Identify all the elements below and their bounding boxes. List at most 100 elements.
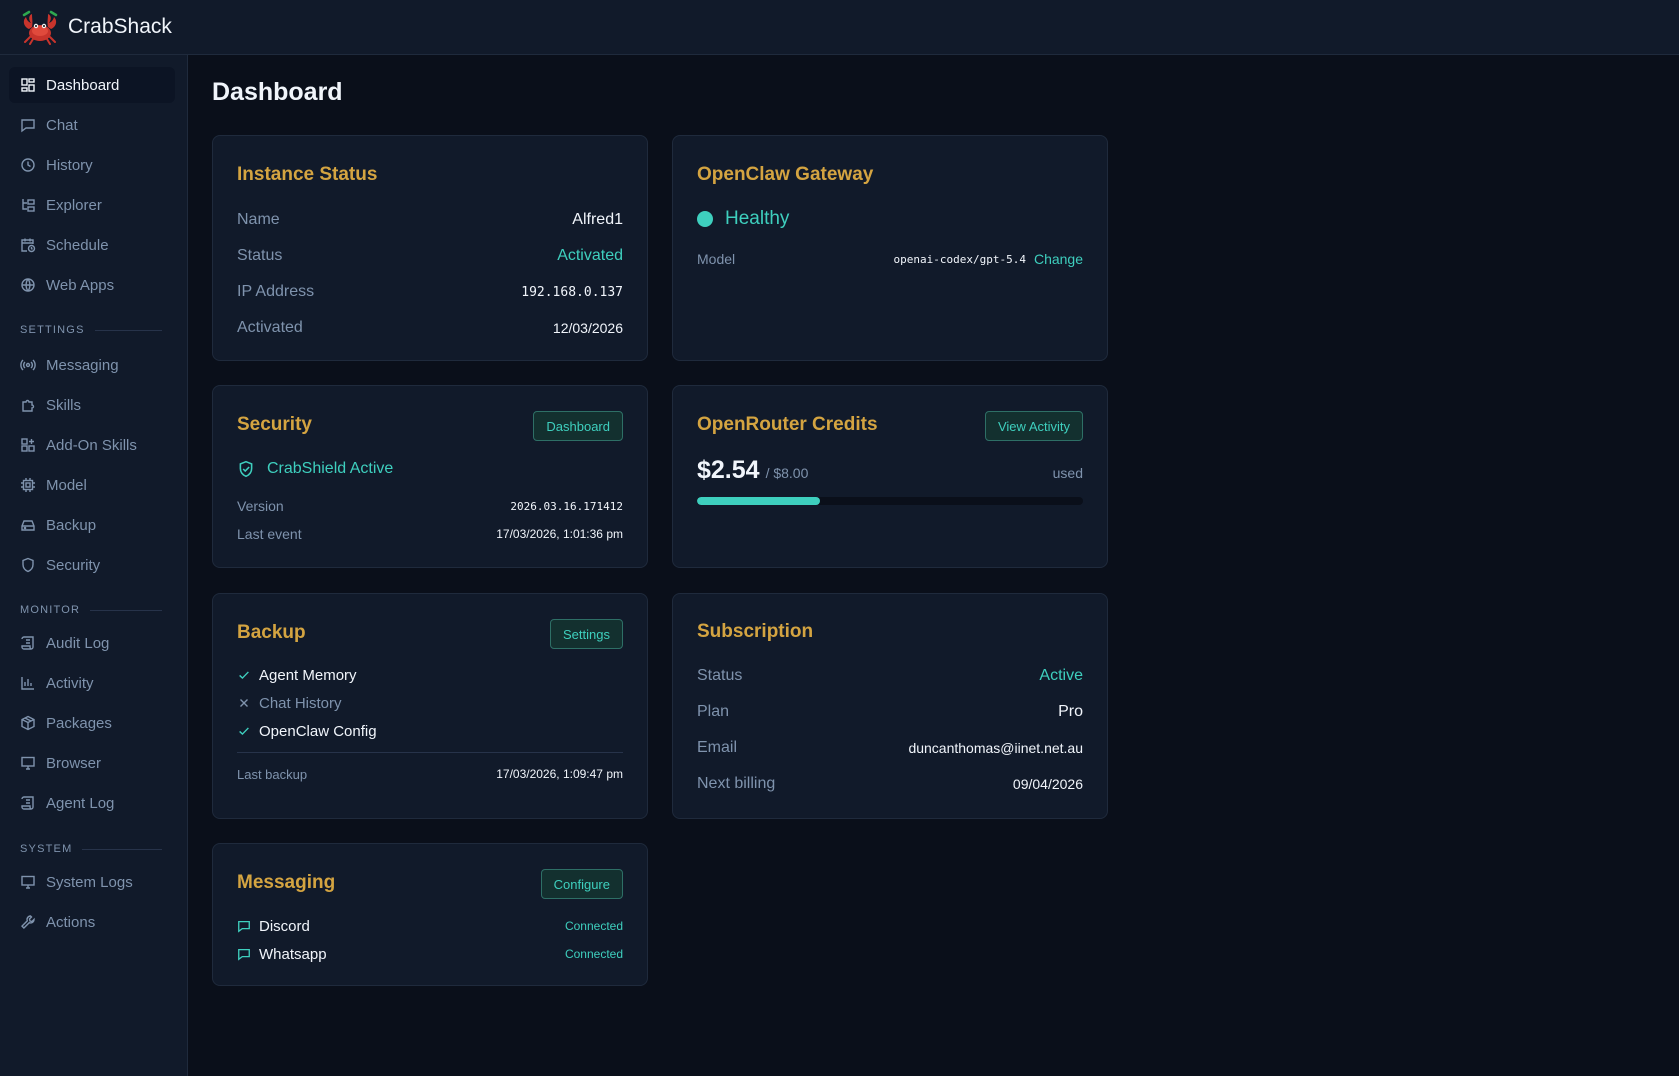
sidebar-item-label: Dashboard xyxy=(46,76,120,94)
security-version-value: 2026.03.16.171412 xyxy=(510,499,623,513)
view-activity-button[interactable]: View Activity xyxy=(984,411,1083,441)
shield-check-icon xyxy=(239,460,253,478)
channel-name-group: Whatsapp xyxy=(237,946,327,963)
channel-label: Whatsapp xyxy=(259,945,327,963)
sidebar-item-security[interactable]: Security xyxy=(9,547,175,583)
sidebar-item-dashboard[interactable]: Dashboard xyxy=(9,67,175,103)
sidebar-item-browser[interactable]: Browser xyxy=(9,745,175,781)
hard-drive-icon xyxy=(21,520,35,531)
subscription-email-row: Email duncanthomas@iinet.net.au xyxy=(697,736,1083,760)
monitor-icon xyxy=(21,875,35,889)
sidebar-item-label: History xyxy=(46,156,93,174)
settings-section-label: SETTINGS xyxy=(20,323,162,337)
card-title: Instance Status xyxy=(237,164,378,185)
sidebar-item-system-logs[interactable]: System Logs xyxy=(9,864,175,900)
sidebar-item-actions[interactable]: Actions xyxy=(9,904,175,940)
sidebar-item-history[interactable]: History xyxy=(9,147,175,183)
sidebar-item-messaging[interactable]: Messaging xyxy=(9,347,175,383)
sidebar-item-label: Activity xyxy=(46,674,94,692)
sidebar-item-label: System Logs xyxy=(46,873,133,891)
model-value: openai-codex/gpt-5.4 xyxy=(893,252,1026,266)
channel-status: Connected xyxy=(564,919,623,933)
backup-settings-button[interactable]: Settings xyxy=(550,619,623,649)
field-label: Plan xyxy=(697,703,730,720)
grid-plus-icon xyxy=(21,438,35,452)
sidebar-item-explorer[interactable]: Explorer xyxy=(9,187,175,223)
card-title: OpenClaw Gateway xyxy=(697,164,874,185)
monitor-icon xyxy=(21,756,35,770)
backup-item-label: Chat History xyxy=(259,694,342,712)
sidebar-item-label: Browser xyxy=(46,754,102,772)
credits-card: OpenRouter Credits View Activity $2.54 /… xyxy=(672,385,1108,568)
credits-amount-row: $2.54 / $8.00 used xyxy=(697,456,1083,488)
brand-name: CrabShack xyxy=(68,15,172,38)
chat-icon xyxy=(238,948,250,961)
instance-status-row: Status Activated xyxy=(237,244,623,268)
check-icon xyxy=(239,671,249,680)
sidebar-item-label: Web Apps xyxy=(46,276,115,294)
backup-item-openclaw-config: OpenClaw Config xyxy=(237,720,623,742)
backup-item-label: Agent Memory xyxy=(259,666,357,684)
clock-icon xyxy=(21,158,35,172)
sidebar-item-label: Chat xyxy=(46,116,78,134)
subscription-billing-row: Next billing 09/04/2026 xyxy=(697,772,1083,796)
change-model-link[interactable]: Change xyxy=(1034,251,1083,267)
sidebar-item-audit-log[interactable]: Audit Log xyxy=(9,625,175,661)
sidebar-item-label: Backup xyxy=(46,516,97,534)
configure-messaging-button[interactable]: Configure xyxy=(540,869,623,899)
credits-progress-fill xyxy=(697,497,820,505)
folder-tree-icon xyxy=(22,199,35,212)
sidebar-item-web-apps[interactable]: Web Apps xyxy=(9,267,175,303)
sidebar-item-packages[interactable]: Packages xyxy=(9,705,175,741)
security-last-event-row: Last event 17/03/2026, 1:01:36 pm xyxy=(237,524,623,544)
field-label: Model xyxy=(697,251,736,267)
sidebar-item-activity[interactable]: Activity xyxy=(9,665,175,701)
sidebar-item-label: Agent Log xyxy=(46,794,115,812)
card-title: Messaging xyxy=(237,872,336,893)
chat-icon xyxy=(238,920,250,933)
sidebar-item-schedule[interactable]: Schedule xyxy=(9,227,175,263)
gateway-health-value: Healthy xyxy=(725,208,790,229)
ip-address-value: 192.168.0.137 xyxy=(521,284,623,300)
sidebar-item-label: Schedule xyxy=(46,236,109,254)
sidebar-item-agent-log[interactable]: Agent Log xyxy=(9,785,175,821)
sidebar-item-label: Messaging xyxy=(46,356,119,374)
channel-row-whatsapp: Whatsapp Connected xyxy=(237,943,623,965)
scroll-icon xyxy=(21,636,34,650)
model-value-group: openai-codex/gpt-5.4 Change xyxy=(894,251,1084,267)
field-label: Last backup xyxy=(237,766,308,782)
wrench-icon xyxy=(21,915,35,929)
scroll-icon xyxy=(21,796,34,810)
subscription-card: Subscription Status Active Plan Pro Emai… xyxy=(672,593,1108,819)
security-card: Security Dashboard CrabShield Active Ver… xyxy=(212,385,648,568)
sidebar-item-skills[interactable]: Skills xyxy=(9,387,175,423)
credits-used-label: used xyxy=(1052,465,1083,481)
channel-row-discord: Discord Connected xyxy=(237,915,623,937)
gateway-health-row: Healthy xyxy=(697,206,1083,232)
credits-total: / $8.00 xyxy=(765,465,809,481)
sidebar-item-label: Skills xyxy=(46,396,82,414)
field-label: Name xyxy=(237,211,280,228)
email-value: duncanthomas@iinet.net.au xyxy=(908,740,1083,756)
credits-used-amount: $2.54 xyxy=(697,456,760,484)
sidebar-item-backup[interactable]: Backup xyxy=(9,507,175,543)
crabshield-status: CrabShield Active xyxy=(267,460,394,477)
sidebar-item-label: Security xyxy=(46,556,101,574)
sidebar-item-label: Actions xyxy=(46,913,96,931)
system-section-label: SYSTEM xyxy=(20,842,162,856)
sidebar-item-model[interactable]: Model xyxy=(9,467,175,503)
sidebar-item-add-on-skills[interactable]: Add-On Skills xyxy=(9,427,175,463)
instance-name-value: Alfred1 xyxy=(572,211,623,228)
sidebar-item-label: Explorer xyxy=(46,196,102,214)
security-dashboard-button[interactable]: Dashboard xyxy=(533,411,623,441)
field-label: Email xyxy=(697,739,738,756)
field-label: IP Address xyxy=(237,283,315,300)
calendar-clock-icon xyxy=(21,238,36,253)
crab-logo-icon[interactable] xyxy=(20,9,60,45)
package-icon xyxy=(21,715,35,731)
channel-status: Connected xyxy=(564,947,623,961)
instance-activated-row: Activated 12/03/2026 xyxy=(237,316,623,340)
sidebar-item-label: Audit Log xyxy=(46,634,110,652)
card-title: Security xyxy=(237,414,312,435)
sidebar-item-chat[interactable]: Chat xyxy=(9,107,175,143)
